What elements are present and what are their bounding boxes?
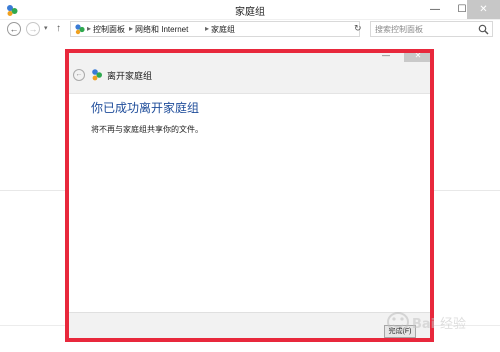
minimize-icon: — [430,4,440,15]
dialog-minimize-button[interactable]: — [379,52,393,62]
back-arrow-icon: ← [75,71,83,78]
close-button[interactable]: ✕ [467,0,500,19]
search-box[interactable]: 搜索控制面板 [370,21,493,37]
up-button[interactable]: ↑ [56,22,66,36]
breadcrumb-homegroup[interactable]: 家庭组 [211,24,235,35]
search-placeholder: 搜索控制面板 [375,25,423,34]
back-button[interactable]: ← [7,22,21,36]
dialog-close-button[interactable]: ✕ [404,51,432,62]
breadcrumb-separator: ▸ [87,24,92,33]
svg-text:经验: 经验 [440,316,466,332]
back-arrow-icon: ← [9,24,19,34]
breadcrumb-network-internet[interactable]: 网络和 Internet [135,24,188,35]
dialog-footer: 完成(F) [66,312,432,340]
breadcrumb-separator: ▸ [205,24,210,33]
refresh-button[interactable]: ↻ [354,22,366,34]
navigation-bar: ← → ▾ ↑ ▸ 控制面板 ▸ 网络和 Internet ▸ 家庭组 ▾ ↻ … [0,20,500,38]
breadcrumb-separator: ▸ [129,24,134,33]
address-bar[interactable]: ▸ 控制面板 ▸ 网络和 Internet ▸ 家庭组 ▾ [70,21,411,37]
dialog-message: 将不再与家庭组共享你的文件。 [91,125,203,134]
minimize-button[interactable]: — [423,2,447,18]
breadcrumb-control-panel[interactable]: 控制面板 [93,24,125,35]
homegroup-icon [92,69,102,81]
title-bar: 家庭组 — ☐ ✕ [0,0,500,20]
search-icon[interactable] [478,24,489,35]
dialog-title: 离开家庭组 [107,71,153,81]
homegroup-window: 家庭组 — ☐ ✕ ← → ▾ ↑ ▸ 控制面板 ▸ 网络和 Internet … [0,0,500,352]
svg-text:Bai: Bai [412,317,435,332]
close-icon: ✕ [414,51,422,60]
baidu-jingyan-watermark: Bai 经验 [387,312,466,332]
recent-locations-button[interactable]: ▾ [44,23,52,35]
dialog-header: — ✕ ← 离开家庭组 [66,51,432,94]
dialog-back-button[interactable]: ← [73,69,85,81]
forward-button[interactable]: → [26,22,40,36]
forward-arrow-icon: → [28,24,38,34]
dialog-heading: 你已成功离开家庭组 [91,101,200,115]
leave-homegroup-dialog: — ✕ ← 离开家庭组 你已成功离开家庭组 将不再与家庭组共享你的文件。 完成(… [66,51,432,340]
close-icon: ✕ [479,4,488,15]
homegroup-icon [75,24,85,35]
